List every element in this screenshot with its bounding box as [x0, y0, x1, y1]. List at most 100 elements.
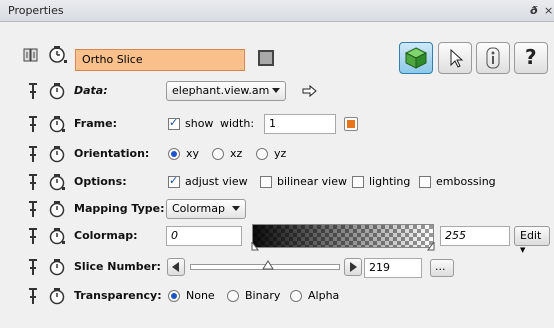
frame-width-value: 1 [269, 117, 276, 130]
orientation-yz-radio[interactable] [256, 148, 268, 160]
transparency-alpha-radio[interactable] [290, 290, 302, 302]
clock-icon[interactable] [48, 115, 66, 133]
pin-icon[interactable] [26, 82, 40, 100]
embossing-label: embossing [436, 175, 496, 188]
chevron-down-icon: ▼ [520, 246, 526, 254]
module-color-button[interactable] [258, 50, 274, 66]
bilinear-view-checkbox[interactable] [260, 176, 272, 188]
adjust-view-label: adjust view [185, 175, 248, 188]
cursor-icon [450, 48, 464, 68]
options-label: Options: [74, 175, 127, 188]
data-label: Data: [74, 84, 108, 97]
orientation-xz-radio[interactable] [212, 148, 224, 160]
module-name: Ortho Slice [82, 53, 143, 66]
bilinear-view-label: bilinear view [277, 175, 347, 188]
frame-label: Frame: [74, 117, 117, 130]
show-frame-checkbox[interactable] [168, 116, 180, 130]
orientation-xy-label: xy [186, 147, 200, 160]
clock-icon[interactable] [48, 145, 66, 163]
lighting-label: lighting [369, 175, 411, 188]
slice-number-input[interactable]: 219 [364, 258, 422, 278]
colormap-row: Colormap: 0 255 Edit ▼ [0, 224, 554, 254]
help-icon: ? [525, 45, 537, 69]
properties-panel: Ortho Slice ? Data: elephant.view.am Fra… [0, 23, 554, 328]
colormap-edit-button[interactable]: Edit ▼ [514, 226, 550, 254]
orientation-yz-label: yz [274, 147, 287, 160]
info-button[interactable] [476, 42, 510, 74]
slice-row: Slice Number: 219 ... [0, 255, 554, 279]
clock-icon[interactable] [48, 82, 66, 100]
clock-icon[interactable] [48, 173, 66, 191]
module-clock-icon[interactable] [48, 45, 68, 65]
mapping-type-select[interactable]: Colormap [166, 199, 246, 219]
arrow-right-icon[interactable] [302, 84, 318, 98]
mapping-label: Mapping Type: [74, 202, 165, 215]
mapping-type-value: Colormap [172, 202, 225, 215]
pin-icon[interactable] [26, 115, 40, 133]
clock-icon[interactable] [48, 200, 66, 218]
slice-more-button[interactable]: ... [430, 259, 454, 277]
transparency-label: Transparency: [74, 289, 162, 302]
slice-slider[interactable] [190, 258, 340, 278]
pin-icon[interactable] [26, 173, 40, 191]
module-name-field[interactable]: Ortho Slice [75, 49, 245, 71]
pin-icon[interactable] [26, 145, 40, 163]
adjust-view-checkbox[interactable] [168, 174, 180, 188]
slider-thumb[interactable] [262, 259, 274, 277]
mapping-row: Mapping Type: Colormap [0, 197, 554, 221]
data-select[interactable]: elephant.view.am [166, 81, 286, 101]
orientation-xy-radio[interactable] [168, 148, 180, 160]
width-label: width: [220, 117, 255, 130]
step-forward-icon [350, 262, 357, 272]
cube-icon [404, 47, 428, 69]
clock-icon[interactable] [48, 287, 66, 305]
colormap-min-input[interactable]: 0 [166, 226, 242, 246]
colormap-label: Colormap: [74, 229, 138, 242]
module-icon [23, 48, 38, 62]
slice-prev-button[interactable] [167, 258, 185, 276]
edit-label: Edit [520, 229, 542, 242]
data-row: Data: elephant.view.am [0, 79, 554, 103]
lighting-checkbox[interactable] [352, 176, 364, 188]
data-value: elephant.view.am [172, 84, 270, 97]
info-icon [486, 47, 500, 69]
chevron-down-icon [232, 206, 240, 211]
embossing-checkbox[interactable] [419, 176, 431, 188]
transparency-alpha-label: Alpha [308, 289, 340, 302]
transparency-binary-radio[interactable] [227, 290, 239, 302]
title-bar: Properties ð × [0, 0, 554, 22]
colormap-min-value: 0 [171, 229, 178, 242]
float-icon[interactable]: ð [530, 4, 538, 17]
orientation-label: Orientation: [74, 147, 150, 160]
slice-label: Slice Number: [74, 260, 161, 273]
slice-next-button[interactable] [344, 258, 362, 276]
orientation-xz-label: xz [230, 147, 243, 160]
orientation-row: Orientation: xy xz yz [0, 142, 554, 166]
transparency-row: Transparency: None Binary Alpha [0, 284, 554, 308]
transparency-binary-label: Binary [245, 289, 281, 302]
show-label: show [185, 117, 214, 130]
options-row: Options: adjust view bilinear view light… [0, 170, 554, 194]
colormap-max-input[interactable]: 255 [440, 226, 510, 246]
slice-number-value: 219 [369, 261, 390, 274]
chevron-down-icon [272, 88, 280, 93]
transparency-none-label: None [186, 289, 215, 302]
frame-row: Frame: show width: 1 [0, 112, 554, 136]
pin-icon[interactable] [26, 287, 40, 305]
help-button[interactable]: ? [514, 42, 548, 74]
colormap-range-markers[interactable] [244, 242, 442, 254]
viewer-toggle-button[interactable] [399, 42, 433, 74]
pin-icon[interactable] [26, 227, 40, 245]
frame-width-input[interactable]: 1 [264, 114, 336, 134]
clock-icon[interactable] [48, 227, 66, 245]
transparency-none-radio[interactable] [168, 290, 180, 302]
colormap-max-value: 255 [445, 229, 466, 242]
pin-icon[interactable] [26, 258, 40, 276]
clock-icon[interactable] [48, 258, 66, 276]
step-back-icon [172, 262, 179, 272]
frame-color-button[interactable] [344, 117, 358, 131]
close-icon[interactable]: × [544, 4, 553, 17]
pick-tool-button[interactable] [438, 42, 472, 74]
window-title: Properties [8, 4, 64, 17]
pin-icon[interactable] [26, 200, 40, 218]
